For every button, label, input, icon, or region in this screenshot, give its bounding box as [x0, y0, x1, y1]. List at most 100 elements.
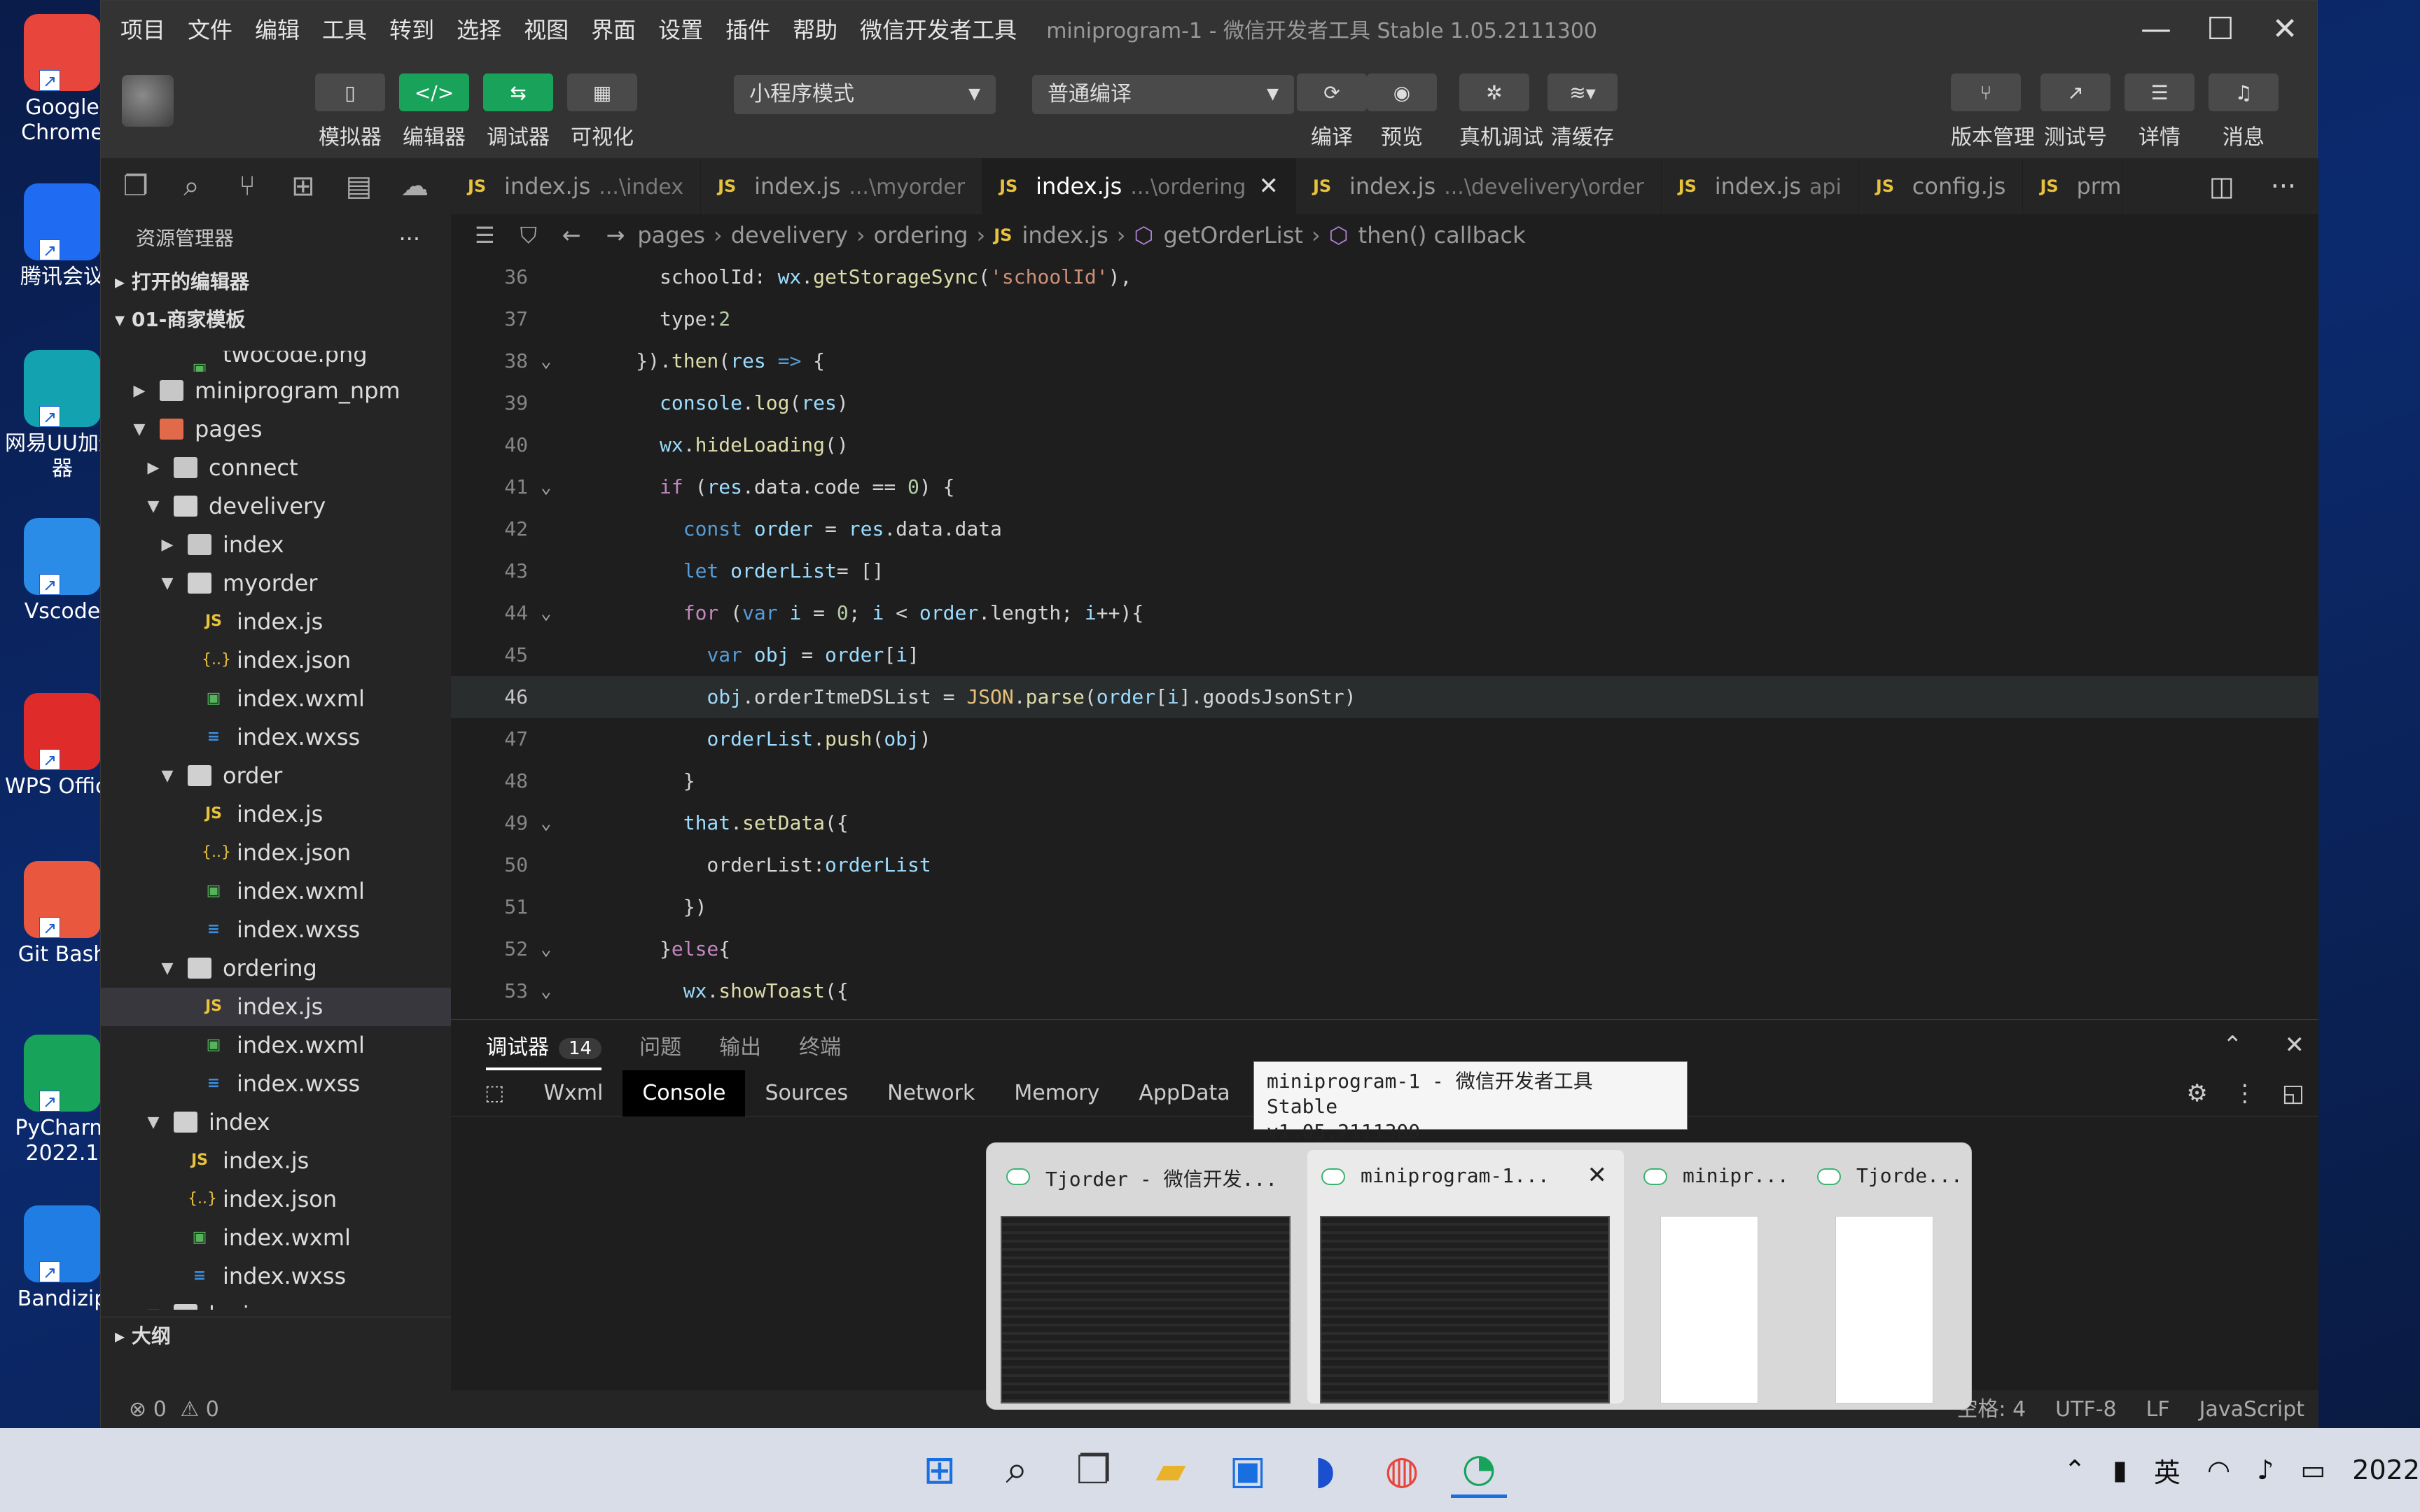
test-account-button[interactable]: ↗ 测试号 — [2040, 74, 2110, 150]
chevron-down-icon[interactable]: ▼ — [143, 1103, 164, 1142]
breadcrumb-item[interactable]: pages — [637, 222, 705, 248]
compile-button[interactable]: ⟳ 编译 — [1297, 74, 1367, 150]
code-line[interactable]: 53 ⌄ wx.showToast({ — [451, 970, 2318, 1012]
tree-item[interactable]: JS index.js — [101, 795, 451, 834]
breadcrumb-item[interactable]: index.js — [1022, 222, 1108, 248]
tree-item[interactable]: ▶ miniprogram_npm — [101, 372, 451, 410]
editor-tab[interactable]: JS index.js ...\develivery\order — [1296, 158, 1662, 214]
editor-tab[interactable]: JS index.js ...\ordering ✕ — [982, 158, 1296, 214]
code-line[interactable]: 47 orderList.push(obj) — [451, 718, 2318, 760]
extensions-icon[interactable]: ⊞ — [284, 167, 323, 206]
search-icon[interactable]: ⌕ — [989, 1442, 1045, 1498]
search-icon[interactable]: ⌕ — [172, 167, 211, 206]
version-button[interactable]: ⑂ 版本管理 — [1951, 74, 2035, 150]
store-icon[interactable]: ▣ — [1220, 1442, 1276, 1498]
tab-problems[interactable]: 问题 — [639, 1030, 681, 1060]
tree-item[interactable]: ▣ index.wxml — [101, 680, 451, 718]
bookmark-icon[interactable]: ⛉ — [520, 222, 537, 249]
chevron-right-icon[interactable]: ▶ — [143, 449, 164, 487]
breadcrumb-item[interactable]: ordering — [874, 222, 968, 248]
avatar[interactable] — [122, 75, 174, 127]
tree-item[interactable]: ▣ index.wxml — [101, 872, 451, 911]
docker-icon[interactable]: ☁ — [395, 167, 434, 206]
volume-icon[interactable]: ♪ — [2257, 1455, 2274, 1485]
network-monitor-icon[interactable]: ▮ — [2113, 1455, 2127, 1485]
ime-indicator[interactable]: 英 — [2154, 1451, 2181, 1490]
more-actions-icon[interactable]: ··· — [2271, 171, 2296, 202]
tree-item[interactable]: JS index.js — [101, 1142, 451, 1180]
encoding-setting[interactable]: UTF-8 — [2055, 1390, 2116, 1429]
menu-item[interactable]: 插件 — [725, 13, 770, 45]
mode-select[interactable]: 小程序模式 ▼ — [734, 75, 996, 114]
chevron-down-icon[interactable]: ▼ — [143, 1296, 164, 1310]
fold-icon[interactable]: ⌄ — [541, 340, 552, 382]
back-icon[interactable]: ← — [562, 222, 581, 248]
fold-icon[interactable]: ⌄ — [541, 466, 552, 508]
close-panel-icon[interactable]: ✕ — [2285, 1031, 2305, 1059]
tree-item[interactable]: ▣ index.wxml — [101, 1026, 451, 1065]
breadcrumb-item[interactable]: develivery — [731, 222, 848, 248]
tree-item[interactable]: JS index.js — [101, 988, 451, 1026]
open-editors-section[interactable]: ▸ 打开的编辑器 — [101, 263, 451, 301]
menu-item[interactable]: 帮助 — [793, 13, 837, 45]
close-tab-icon[interactable]: ✕ — [1258, 172, 1279, 200]
window-preview[interactable]: Tjorde... — [1803, 1150, 1966, 1404]
wechat-devtools-taskbar-icon[interactable]: ◔ — [1451, 1442, 1507, 1498]
visual-button[interactable]: ▦ 可视化 — [567, 74, 637, 150]
dock-icon[interactable]: ◱ — [2282, 1079, 2304, 1107]
menu-item[interactable]: 转到 — [389, 13, 434, 45]
details-button[interactable]: ☰ 详情 — [2125, 74, 2195, 150]
editor-tab[interactable]: JS index.js ...\myorder — [701, 158, 983, 214]
warning-icon[interactable]: ⚠ — [180, 1397, 199, 1422]
code-line[interactable]: 46 obj.orderItmeDSList = JSON.parse(orde… — [451, 676, 2318, 718]
tree-item[interactable]: ≡ index.wxss — [101, 911, 451, 949]
tree-item[interactable]: ≡ index.wxss — [101, 1065, 451, 1103]
chevron-down-icon[interactable]: ▼ — [129, 410, 150, 449]
tree-item[interactable]: {..} index.json — [101, 1180, 451, 1219]
tab-terminal[interactable]: 终端 — [799, 1030, 841, 1060]
tree-item[interactable]: ≡ index.wxss — [101, 718, 451, 757]
language-mode[interactable]: JavaScript — [2199, 1390, 2304, 1429]
close-preview-icon[interactable]: ✕ — [1587, 1161, 1608, 1189]
more-icon[interactable]: ··· — [398, 214, 420, 263]
tree-item[interactable]: ▼ index — [101, 1103, 451, 1142]
tree-item[interactable]: JS index.js — [101, 603, 451, 641]
tree-item[interactable]: ▼ login — [101, 1296, 451, 1310]
devtools-tab[interactable]: Sources — [745, 1070, 868, 1116]
compile-mode-select[interactable]: 普通编译 ▼ — [1032, 75, 1294, 114]
chevron-down-icon[interactable]: ▼ — [157, 564, 178, 603]
code-line[interactable]: 45 var obj = order[i] — [451, 634, 2318, 676]
fold-icon[interactable]: ⌄ — [541, 928, 552, 970]
remote-debug-button[interactable]: ✲ 真机调试 — [1459, 74, 1543, 150]
devtools-tab[interactable]: AppData — [1119, 1070, 1249, 1116]
menu-item[interactable]: 设置 — [658, 13, 703, 45]
tree-item[interactable]: ▼ myorder — [101, 564, 451, 603]
code-line[interactable]: 51 }) — [451, 886, 2318, 928]
chevron-up-icon[interactable]: ⌃ — [2223, 1031, 2243, 1059]
code-line[interactable]: 40 wx.hideLoading() — [451, 424, 2318, 466]
battery-icon[interactable]: ▭ — [2300, 1455, 2325, 1485]
tree-item[interactable]: ▣ index.wxml — [101, 1219, 451, 1257]
fold-icon[interactable]: ⌄ — [541, 802, 552, 844]
gear-icon[interactable]: ⚙ — [2186, 1079, 2207, 1107]
code-line[interactable]: 36 schoolId: wx.getStorageSync('schoolId… — [451, 256, 2318, 298]
code-line[interactable]: 49 ⌄ that.setData({ — [451, 802, 2318, 844]
chevron-right-icon[interactable]: ▶ — [129, 372, 150, 410]
code-line[interactable]: 52 ⌄ }else{ — [451, 928, 2318, 970]
tree-item[interactable]: ▶ index — [101, 526, 451, 564]
close-window-button[interactable]: ✕ — [2253, 1, 2317, 57]
kebab-icon[interactable]: ⋮ — [2233, 1079, 2257, 1107]
menu-item[interactable]: 项目 — [120, 13, 165, 45]
editor-tab[interactable]: JS index.js api — [1662, 158, 1859, 214]
breadcrumb-item[interactable]: getOrderList — [1163, 222, 1302, 248]
code-editor[interactable]: 36 schoolId: wx.getStorageSync('schoolId… — [451, 256, 2318, 1019]
menu-item[interactable]: 微信开发者工具 — [860, 13, 1017, 45]
breadcrumb-item[interactable]: then() callback — [1358, 222, 1526, 248]
menu-item[interactable]: 编辑 — [255, 13, 300, 45]
wifi-icon[interactable]: ◠ — [2207, 1455, 2230, 1485]
chevron-right-icon[interactable]: ▶ — [157, 526, 178, 564]
menu-item[interactable]: 选择 — [457, 13, 501, 45]
minimize-button[interactable]: — — [2124, 1, 2188, 57]
split-editor-icon[interactable]: ◫ — [2209, 171, 2234, 202]
menu-item[interactable]: 工具 — [322, 13, 367, 45]
